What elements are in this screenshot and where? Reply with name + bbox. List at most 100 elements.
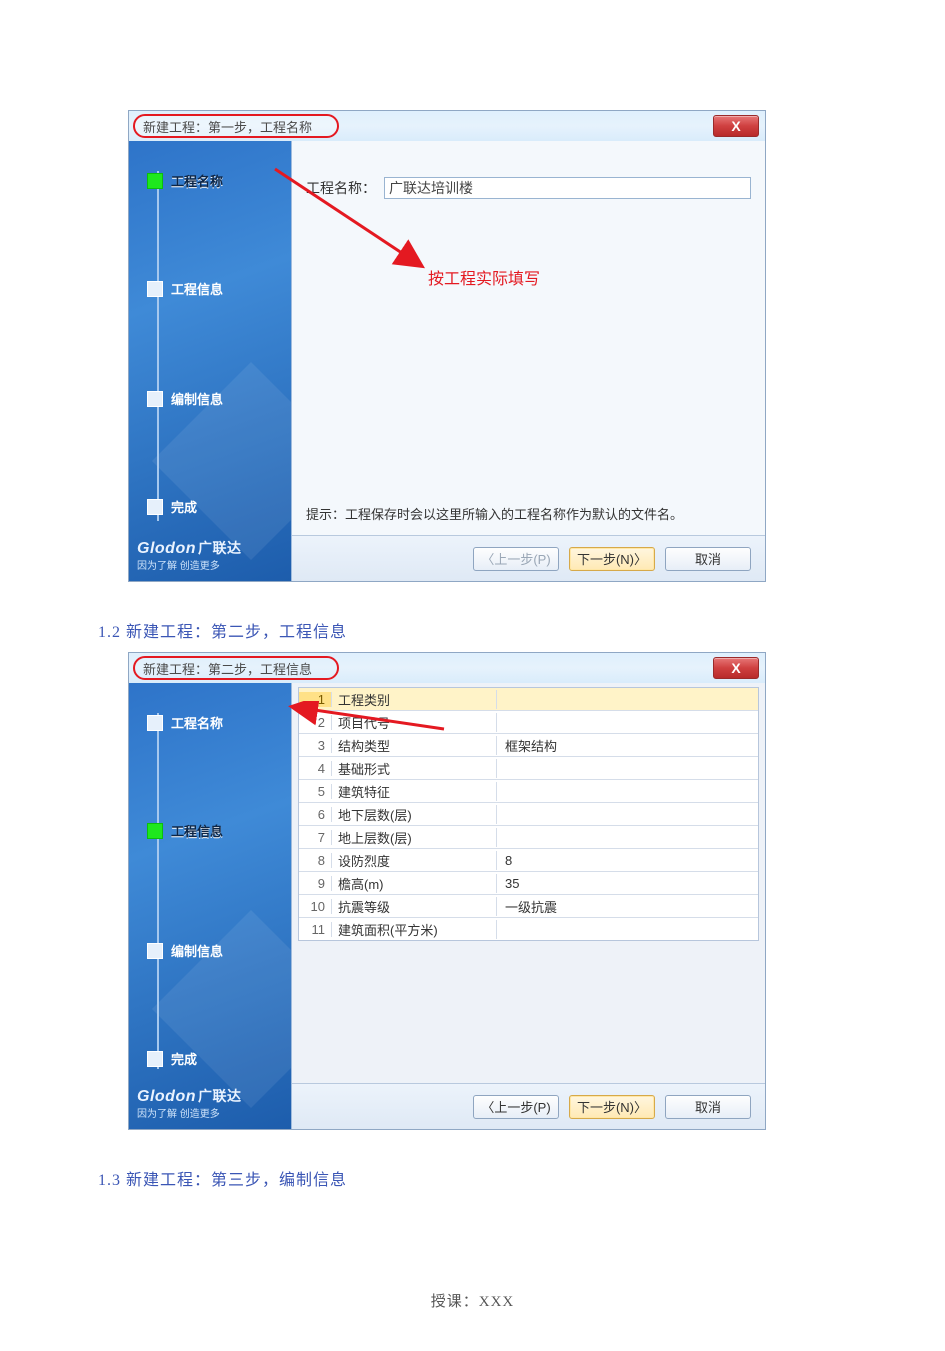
table-row[interactable]: 5建筑特征	[299, 780, 758, 803]
titlebar: 新建工程：第一步，工程名称 X	[129, 111, 765, 142]
row-name: 基础形式	[332, 759, 497, 778]
close-button[interactable]: X	[713, 115, 759, 137]
step-marker-icon	[147, 1051, 163, 1067]
row-number: 11	[299, 922, 332, 937]
row-number: 5	[299, 784, 332, 799]
table-row[interactable]: 8设防烈度8	[299, 849, 758, 872]
row-number: 7	[299, 830, 332, 845]
row-value[interactable]: 一级抗震	[497, 897, 758, 916]
step-marker-icon	[147, 391, 163, 407]
brand-en: Glodon	[137, 540, 196, 557]
close-icon: X	[731, 118, 740, 134]
hint-text: 提示：工程保存时会以这里所输入的工程名称作为默认的文件名。	[306, 504, 751, 523]
step-marker-icon	[147, 173, 163, 189]
step-label: 完成	[171, 1049, 197, 1068]
cancel-button[interactable]: 取消	[665, 547, 751, 571]
row-name: 建筑特征	[332, 782, 497, 801]
step-marker-icon	[147, 715, 163, 731]
window-title: 新建工程：第一步，工程名称	[133, 114, 339, 138]
row-number: 8	[299, 853, 332, 868]
table-row[interactable]: 2项目代号	[299, 711, 758, 734]
step-label: 工程信息	[171, 821, 223, 840]
step-label: 工程名称	[171, 171, 223, 190]
step-marker-icon	[147, 281, 163, 297]
annotation-text: 按工程实际填写	[428, 265, 540, 289]
row-number: 9	[299, 876, 332, 891]
project-name-label: 工程名称：	[306, 178, 376, 198]
row-name: 工程类别	[332, 690, 497, 709]
button-row: 〈上一步(P) 下一步(N)〉 取消	[292, 535, 765, 581]
row-number: 10	[299, 899, 332, 914]
watermark-icon	[152, 910, 291, 1108]
row-value[interactable]: 8	[497, 853, 758, 868]
titlebar: 新建工程：第二步，工程信息 X	[129, 653, 765, 684]
table-row[interactable]: 3结构类型框架结构	[299, 734, 758, 757]
wizard-sidebar: 工程名称 工程信息 编制信息 完成 Glodon广联达 因为了解 创造更多	[129, 141, 291, 581]
step-label: 完成	[171, 497, 197, 516]
project-name-input[interactable]	[384, 177, 751, 199]
section-heading-1-2: 1.2 新建工程：第二步，工程信息	[98, 618, 847, 642]
table-row[interactable]: 10抗震等级一级抗震	[299, 895, 758, 918]
brand-en: Glodon	[137, 1088, 196, 1105]
table-row[interactable]: 9檐高(m)35	[299, 872, 758, 895]
step-finish[interactable]: 完成	[147, 497, 197, 516]
step-label: 编制信息	[171, 389, 223, 408]
brand-block: Glodon广联达 因为了解 创造更多	[137, 1087, 241, 1121]
row-number: 4	[299, 761, 332, 776]
brand-slogan: 因为了解 创造更多	[137, 560, 241, 573]
brand-cn: 广联达	[198, 1088, 242, 1104]
dialog-step1: 新建工程：第一步，工程名称 X 工程名称 工程信息 编制信息 完成 Glodon…	[128, 110, 766, 582]
table-row[interactable]: 11建筑面积(平方米)	[299, 918, 758, 940]
table-row[interactable]: 6地下层数(层)	[299, 803, 758, 826]
content-pane: 1工程类别2项目代号3结构类型框架结构4基础形式5建筑特征6地下层数(层)7地上…	[291, 683, 765, 1129]
prev-button: 〈上一步(P)	[473, 547, 559, 571]
window-title: 新建工程：第二步，工程信息	[133, 656, 339, 680]
row-value[interactable]: 框架结构	[497, 736, 758, 755]
row-name: 地上层数(层)	[332, 828, 497, 847]
project-info-table[interactable]: 1工程类别2项目代号3结构类型框架结构4基础形式5建筑特征6地下层数(层)7地上…	[298, 687, 759, 941]
step-marker-icon	[147, 499, 163, 515]
close-icon: X	[731, 660, 740, 676]
step-finish[interactable]: 完成	[147, 1049, 197, 1068]
section-heading-1-3: 1.3 新建工程：第三步，编制信息	[98, 1166, 847, 1190]
row-value[interactable]: 35	[497, 876, 758, 891]
row-number: 1	[299, 692, 332, 707]
table-row[interactable]: 1工程类别	[299, 688, 758, 711]
prev-button[interactable]: 〈上一步(P)	[473, 1095, 559, 1119]
step-compile-info[interactable]: 编制信息	[147, 941, 223, 960]
table-row[interactable]: 7地上层数(层)	[299, 826, 758, 849]
table-row[interactable]: 4基础形式	[299, 757, 758, 780]
wizard-sidebar: 工程名称 工程信息 编制信息 完成 Glodon广联达 因为了解 创造更多	[129, 683, 291, 1129]
row-number: 2	[299, 715, 332, 730]
row-name: 檐高(m)	[332, 874, 497, 893]
brand-block: Glodon广联达 因为了解 创造更多	[137, 539, 241, 573]
brand-slogan: 因为了解 创造更多	[137, 1108, 241, 1121]
cancel-button[interactable]: 取消	[665, 1095, 751, 1119]
step-marker-icon	[147, 943, 163, 959]
row-number: 3	[299, 738, 332, 753]
step-line	[157, 171, 159, 521]
project-name-row: 工程名称：	[306, 177, 751, 199]
step-marker-icon	[147, 823, 163, 839]
step-line	[157, 713, 159, 1069]
dialog-step2: 新建工程：第二步，工程信息 X 工程名称 工程信息 编制信息 完成 Glodon…	[128, 652, 766, 1130]
next-button[interactable]: 下一步(N)〉	[569, 1095, 655, 1119]
row-name: 抗震等级	[332, 897, 497, 916]
next-button[interactable]: 下一步(N)〉	[569, 547, 655, 571]
step-project-info[interactable]: 工程信息	[147, 279, 223, 298]
step-project-name[interactable]: 工程名称	[147, 171, 223, 190]
content-pane: 工程名称： 按工程实际填写 提示：工程保存时会以这里所输入的工程名称作为默认的文…	[291, 141, 765, 581]
project-info-tablearea: 1工程类别2项目代号3结构类型框架结构4基础形式5建筑特征6地下层数(层)7地上…	[292, 683, 765, 1083]
button-row: 〈上一步(P) 下一步(N)〉 取消	[292, 1083, 765, 1129]
step-project-name[interactable]: 工程名称	[147, 713, 223, 732]
footer-text: 授课：XXX	[98, 1290, 847, 1311]
row-name: 项目代号	[332, 713, 497, 732]
step-label: 工程名称	[171, 713, 223, 732]
row-name: 地下层数(层)	[332, 805, 497, 824]
row-name: 建筑面积(平方米)	[332, 920, 497, 939]
step-project-info[interactable]: 工程信息	[147, 821, 223, 840]
step-compile-info[interactable]: 编制信息	[147, 389, 223, 408]
row-name: 设防烈度	[332, 851, 497, 870]
close-button[interactable]: X	[713, 657, 759, 679]
step-label: 工程信息	[171, 279, 223, 298]
